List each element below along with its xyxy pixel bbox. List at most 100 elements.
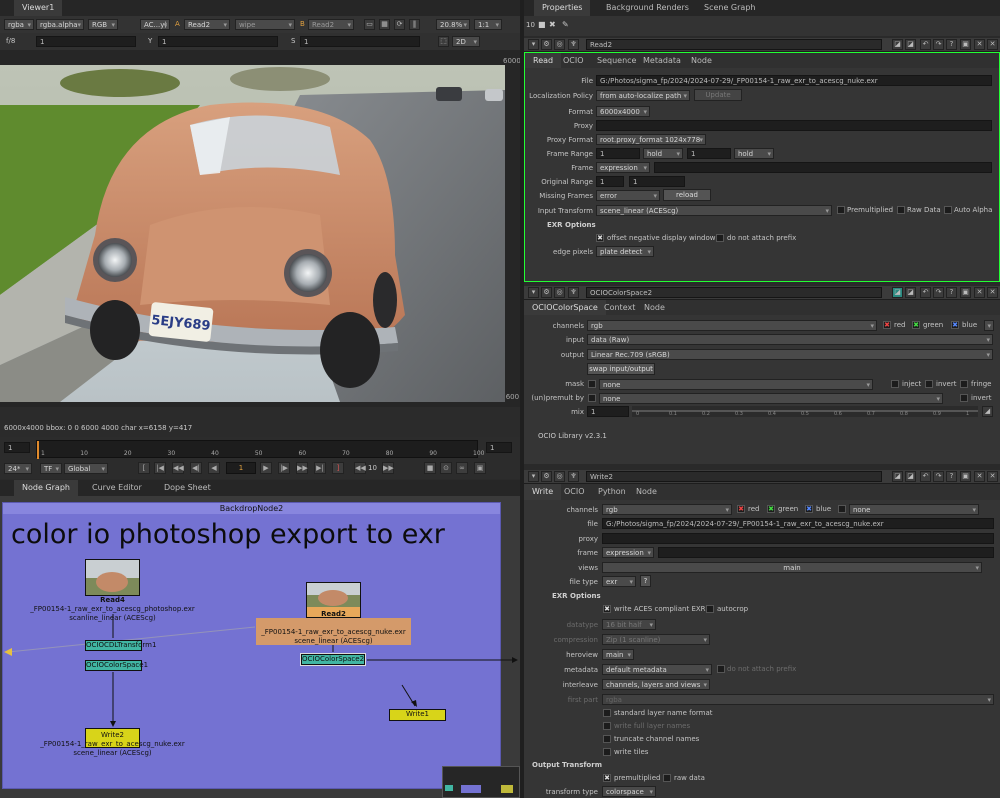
ac-dropdown[interactable]: AC...y): [140, 19, 170, 30]
tab-properties[interactable]: Properties: [534, 0, 591, 16]
frame-range-end[interactable]: 1: [687, 148, 731, 159]
node-color2-icon[interactable]: ◪: [905, 471, 916, 482]
ociocolorspace2-node[interactable]: OCIOColorSpace2: [300, 653, 366, 666]
settings-icon[interactable]: ⚙: [541, 471, 552, 482]
clipping-icon[interactable]: ▦: [379, 19, 390, 30]
frame-expression-field[interactable]: [658, 547, 994, 558]
file-type-help-button[interactable]: ?: [640, 575, 651, 587]
lock-icon[interactable]: ■: [538, 20, 546, 29]
collapse-icon[interactable]: ▾: [528, 287, 539, 298]
redo-icon[interactable]: ↷: [933, 287, 944, 298]
mix-slider[interactable]: 0 0.1 0.2 0.3 0.4 0.5 0.6 0.7 0.8 0.9 1: [632, 406, 978, 417]
heroview-dropdown[interactable]: main: [602, 649, 634, 660]
tool-icon[interactable]: ♆: [568, 471, 579, 482]
float-icon[interactable]: ▣: [960, 39, 971, 50]
center-icon[interactable]: ◎: [554, 39, 565, 50]
undo-icon[interactable]: ↶: [920, 287, 931, 298]
fringe-checkbox[interactable]: [960, 380, 968, 388]
tab-ociocolorspace[interactable]: OCIOColorSpace: [524, 300, 606, 315]
compression-dropdown[interactable]: Zip (1 scanline): [602, 634, 710, 645]
nodegraph-canvas[interactable]: BackdropNode2 color io photoshop export …: [0, 496, 520, 798]
invert-mask-checkbox[interactable]: [925, 380, 933, 388]
auto-alpha-checkbox[interactable]: [944, 206, 952, 214]
frame-mode-dropdown[interactable]: expression: [596, 162, 650, 173]
play-forward-icon[interactable]: ▶: [260, 462, 272, 474]
reload-button[interactable]: reload: [663, 189, 711, 201]
next-keyframe-icon[interactable]: ▶▶: [296, 462, 308, 474]
help-icon[interactable]: ?: [946, 471, 957, 482]
inject-checkbox[interactable]: [891, 380, 899, 388]
after-dropdown[interactable]: hold: [734, 148, 774, 159]
redo-icon[interactable]: ↷: [933, 39, 944, 50]
tab-node[interactable]: Node: [636, 300, 673, 315]
file-field[interactable]: G:/Photos/sigma_fp/2024/2024-07-29/_FP00…: [596, 75, 992, 86]
no-attach-prefix-checkbox[interactable]: [716, 234, 724, 242]
zoom-dropdown[interactable]: 20.8%: [436, 19, 470, 30]
close2-icon[interactable]: ✕: [987, 471, 998, 482]
ratio-dropdown[interactable]: 1:1: [474, 19, 502, 30]
proxy-format-dropdown[interactable]: root.proxy_format 1024x778: [596, 134, 706, 145]
tab-curve-editor[interactable]: Curve Editor: [84, 480, 150, 496]
tab-background-renders[interactable]: Background Renders: [598, 0, 697, 16]
nodegraph-minimap[interactable]: [442, 766, 520, 798]
tab-scene-graph[interactable]: Scene Graph: [696, 0, 763, 16]
tab-metadata[interactable]: Metadata: [635, 53, 689, 68]
center-icon[interactable]: ◎: [554, 287, 565, 298]
timeline-scrubber[interactable]: 1 10 20 30 40 50 60 70 80 90 100: [36, 440, 484, 459]
tab-node[interactable]: Node: [683, 53, 720, 68]
tf-dropdown[interactable]: TF: [40, 463, 62, 474]
node-color-icon[interactable]: ◪: [892, 39, 903, 50]
ociocolorspace1-node[interactable]: OCIOColorSpace1: [85, 660, 148, 671]
view-mode-dropdown[interactable]: 2D: [452, 36, 480, 47]
proxy-field[interactable]: [596, 120, 992, 131]
close-icon[interactable]: ✕: [974, 287, 985, 298]
safe-area-icon[interactable]: ⬚: [438, 36, 449, 47]
timeline-end-field[interactable]: 1: [486, 442, 512, 453]
channels-dropdown[interactable]: rgba: [4, 19, 34, 30]
frame-mode-dropdown[interactable]: expression: [602, 547, 654, 558]
step-forward-icon[interactable]: |▶: [278, 462, 290, 474]
gain-slider[interactable]: 1: [36, 36, 136, 47]
step-back-icon[interactable]: ◀|: [190, 462, 202, 474]
float-icon[interactable]: ▣: [960, 287, 971, 298]
range-dropdown[interactable]: Global: [64, 463, 108, 474]
input-dropdown[interactable]: data (Raw): [587, 334, 993, 345]
premultiplied-checkbox[interactable]: ✖: [603, 774, 611, 782]
first-part-dropdown[interactable]: rgba: [602, 694, 994, 705]
full-layer-names-checkbox[interactable]: [603, 722, 611, 730]
undo-icon[interactable]: ↶: [920, 471, 931, 482]
write-tiles-checkbox[interactable]: [603, 748, 611, 756]
channels-dropdown[interactable]: rgb: [602, 504, 732, 515]
out-point-icon[interactable]: ]: [332, 462, 344, 474]
close-icon[interactable]: ✕: [974, 39, 985, 50]
tab-dope-sheet[interactable]: Dope Sheet: [156, 480, 219, 496]
node-color-icon[interactable]: ◪: [892, 471, 903, 482]
timeline-start-field[interactable]: 1: [4, 442, 30, 453]
original-range-start[interactable]: 1: [596, 176, 624, 187]
alpha-channel-dropdown[interactable]: none: [849, 504, 979, 515]
channels-dropdown[interactable]: rgb: [587, 320, 877, 331]
datatype-dropdown[interactable]: 16 bit half: [602, 619, 656, 630]
premultiplied-checkbox[interactable]: [837, 206, 845, 214]
saturation-slider[interactable]: 1: [300, 36, 420, 47]
proxy-field[interactable]: [602, 533, 994, 544]
tab-ocio[interactable]: OCIO: [556, 484, 593, 500]
wipe-dropdown[interactable]: wipe: [235, 19, 295, 30]
alpha-channel-dropdown[interactable]: [984, 320, 994, 331]
update-button[interactable]: Update: [694, 89, 742, 101]
metadata-dropdown[interactable]: default metadata: [602, 664, 712, 675]
unpremult-dropdown[interactable]: none: [599, 393, 943, 404]
close-icon[interactable]: ✕: [974, 471, 985, 482]
file-field[interactable]: G:/Photos/sigma_fp/2024/2024-07-29/_FP00…: [602, 518, 994, 529]
stop-icon[interactable]: ■: [424, 462, 436, 474]
collapse-icon[interactable]: ▾: [528, 471, 539, 482]
settings-icon[interactable]: ⚙: [541, 39, 552, 50]
roi-icon[interactable]: ▭: [364, 19, 375, 30]
prev-keyframe-icon[interactable]: ◀◀: [172, 462, 184, 474]
mask-dropdown[interactable]: none: [599, 379, 873, 390]
blue-checkbox[interactable]: ✖: [805, 505, 813, 513]
transform-type-dropdown[interactable]: colorspace: [602, 786, 656, 797]
green-checkbox[interactable]: ✖: [767, 505, 775, 513]
help-icon[interactable]: ?: [946, 287, 957, 298]
raw-data-checkbox[interactable]: [663, 774, 671, 782]
